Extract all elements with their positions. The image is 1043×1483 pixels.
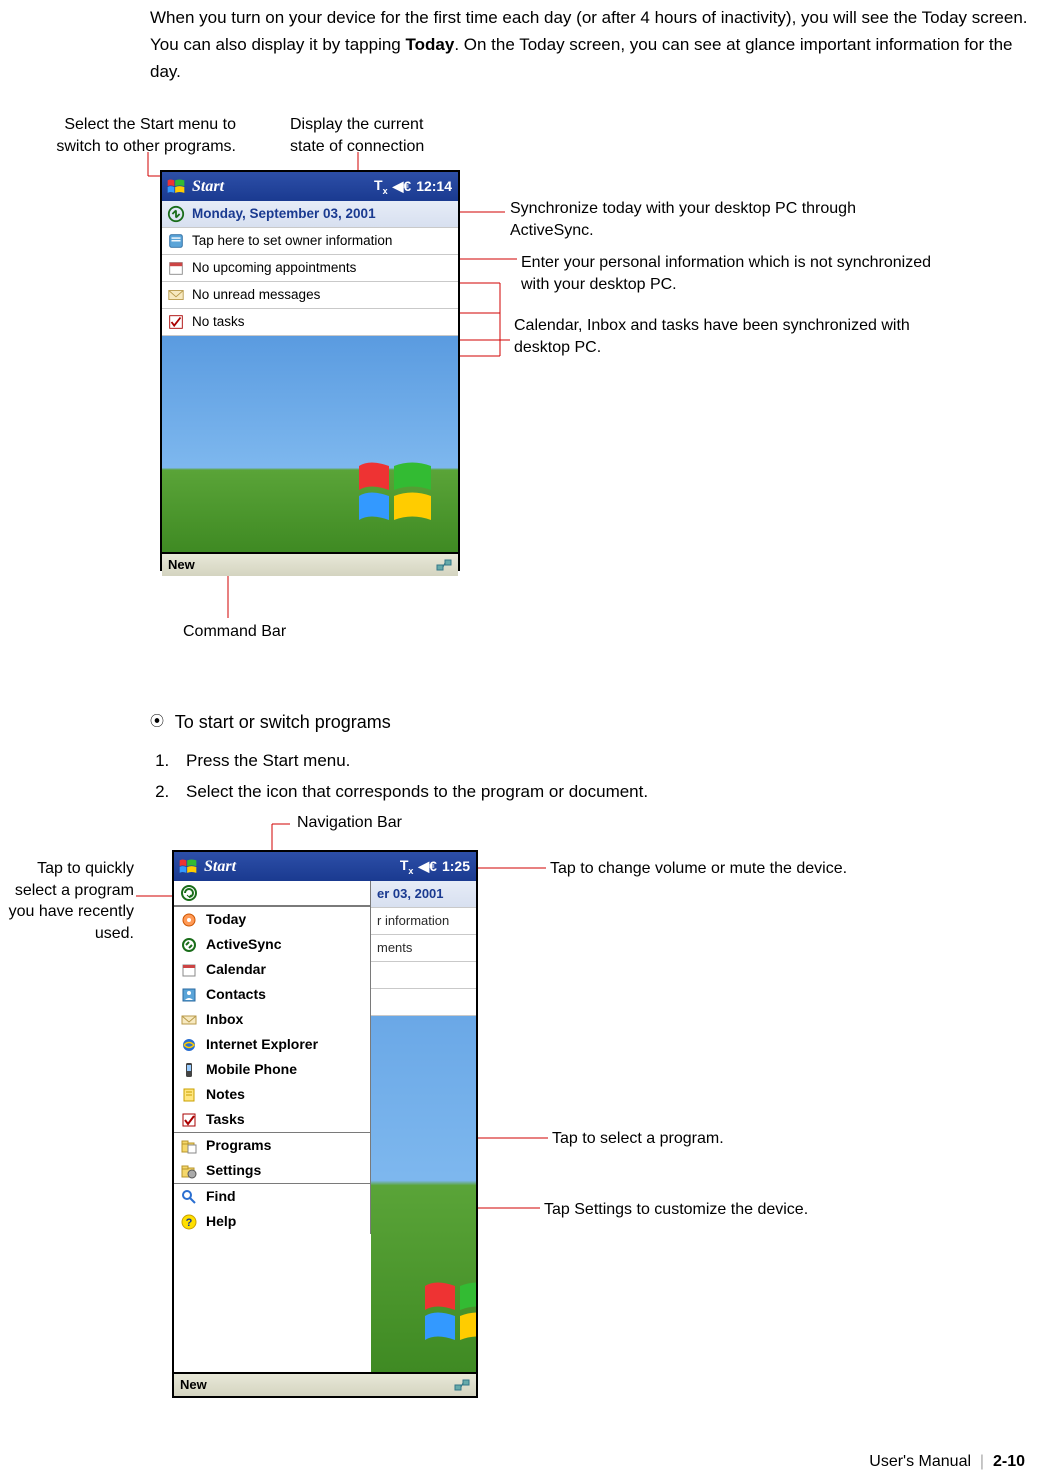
menu-item-inbox[interactable]: Inbox (174, 1007, 370, 1032)
calendar-icon (166, 258, 186, 278)
menu-item-find[interactable]: Find (174, 1184, 370, 1209)
tasks-icon (166, 312, 186, 332)
page-number: 2-10 (993, 1453, 1025, 1470)
activesync-icon (180, 936, 198, 954)
step-2: Select the icon that corresponds to the … (174, 778, 950, 805)
section-heading: ⦿ To start or switch programs (150, 708, 950, 737)
step-1: Press the Start menu. (174, 747, 950, 774)
recent-app-icon (180, 884, 198, 902)
new-button-2[interactable]: New (180, 1375, 207, 1396)
title-bar: Start Tx ◀€ 12:14 (162, 172, 458, 201)
start-label[interactable]: Start (192, 174, 224, 200)
clock-time[interactable]: 12:14 (416, 175, 452, 197)
messages-text: No unread messages (192, 284, 320, 306)
menu-item-tasks[interactable]: Tasks (174, 1107, 370, 1132)
menu-item-notes[interactable]: Notes (174, 1082, 370, 1107)
menu-item-mobile-phone[interactable]: Mobile Phone (174, 1057, 370, 1082)
windows-logo-icon (354, 458, 434, 528)
connection-status-icon[interactable] (454, 1377, 470, 1393)
notes-icon (180, 1086, 198, 1104)
windows-flag-icon[interactable] (166, 177, 186, 197)
owner-row[interactable]: Tap here to set owner information (162, 228, 458, 255)
annot-settings: Tap Settings to customize the device. (544, 1199, 904, 1221)
antenna-icon[interactable]: Tx (400, 854, 414, 878)
today-screen: Start Tx ◀€ 12:14 Monday, September 03, … (160, 170, 460, 571)
title-bar-2: Start Tx ◀€ 1:25 (174, 852, 476, 881)
menu-item-settings[interactable]: Settings (174, 1158, 370, 1183)
windows-flag-icon[interactable] (178, 857, 198, 877)
svg-text:?: ? (186, 1217, 193, 1229)
annot-connection: Display the current state of connection (290, 114, 450, 157)
menu-item-contacts[interactable]: Contacts (174, 982, 370, 1007)
start-programs-section: ⦿ To start or switch programs Press the … (150, 708, 950, 809)
calendar-icon (180, 961, 198, 979)
menu-item-ie[interactable]: Internet Explorer (174, 1032, 370, 1057)
bg-appt-row: ments (371, 935, 476, 962)
phone-icon (180, 1061, 198, 1079)
windows-logo-icon (420, 1278, 476, 1348)
mru-row[interactable] (174, 881, 370, 906)
menu-item-programs[interactable]: Programs (174, 1133, 370, 1158)
annot-command-bar: Command Bar (183, 621, 343, 643)
tasks-text: No tasks (192, 311, 245, 333)
speaker-icon[interactable]: ◀€ (393, 175, 412, 197)
start-label-2[interactable]: Start (204, 854, 236, 880)
find-icon (180, 1188, 198, 1206)
command-bar-2: New (174, 1372, 476, 1396)
tasks-row[interactable]: No tasks (162, 309, 458, 336)
annot-recent: Tap to quickly select a program you have… (0, 858, 134, 944)
programs-icon (180, 1137, 198, 1155)
start-menu: Today ActiveSync Calendar Contacts Inbox… (174, 881, 371, 1234)
speaker-icon[interactable]: ◀€ (418, 855, 437, 877)
owner-text: Tap here to set owner information (192, 230, 392, 252)
clock-time-2[interactable]: 1:25 (442, 855, 470, 877)
today-bold: Today (406, 35, 455, 54)
tasks-icon (180, 1111, 198, 1129)
annot-nav-bar: Navigation Bar (297, 812, 402, 834)
owner-icon (166, 231, 186, 251)
menu-item-help[interactable]: ?Help (174, 1209, 370, 1234)
background-today: er 03, 2001 r information ments (371, 881, 476, 1372)
start-menu-screen: Start Tx ◀€ 1:25 er 03, 2001 r informati… (172, 850, 478, 1398)
inbox-icon (180, 1011, 198, 1029)
menu-item-today[interactable]: Today (174, 907, 370, 932)
help-icon: ? (180, 1213, 198, 1231)
sync-icon (166, 204, 186, 224)
annot-owner-info: Enter your personal information which is… (521, 252, 941, 295)
contacts-icon (180, 986, 198, 1004)
wallpaper (162, 336, 458, 552)
menu-item-calendar[interactable]: Calendar (174, 957, 370, 982)
bg-date-row: er 03, 2001 (371, 881, 476, 908)
today-icon (180, 911, 198, 929)
annot-sync-today: Synchronize today with your desktop PC t… (510, 198, 910, 241)
ie-icon (180, 1036, 198, 1054)
messages-row[interactable]: No unread messages (162, 282, 458, 309)
intro-paragraph: When you turn on your device for the fir… (150, 4, 1030, 86)
annot-start-menu: Select the Start menu to switch to other… (36, 114, 236, 157)
inbox-icon (166, 285, 186, 305)
annot-cal-inbox: Calendar, Inbox and tasks have been sync… (514, 315, 914, 358)
date-row[interactable]: Monday, September 03, 2001 (162, 201, 458, 228)
appointments-text: No upcoming appointments (192, 257, 356, 279)
antenna-icon[interactable]: Tx (374, 174, 388, 198)
connection-status-icon[interactable] (436, 557, 452, 573)
new-button[interactable]: New (168, 555, 195, 576)
menu-item-activesync[interactable]: ActiveSync (174, 932, 370, 957)
date-text: Monday, September 03, 2001 (192, 203, 376, 225)
bg-owner-row: r information (371, 908, 476, 935)
page-footer: User's Manual | 2-10 (869, 1449, 1025, 1475)
appointments-row[interactable]: No upcoming appointments (162, 255, 458, 282)
settings-icon (180, 1162, 198, 1180)
annot-volume: Tap to change volume or mute the device. (550, 858, 910, 880)
annot-select-program: Tap to select a program. (552, 1128, 852, 1150)
command-bar: New (162, 552, 458, 576)
